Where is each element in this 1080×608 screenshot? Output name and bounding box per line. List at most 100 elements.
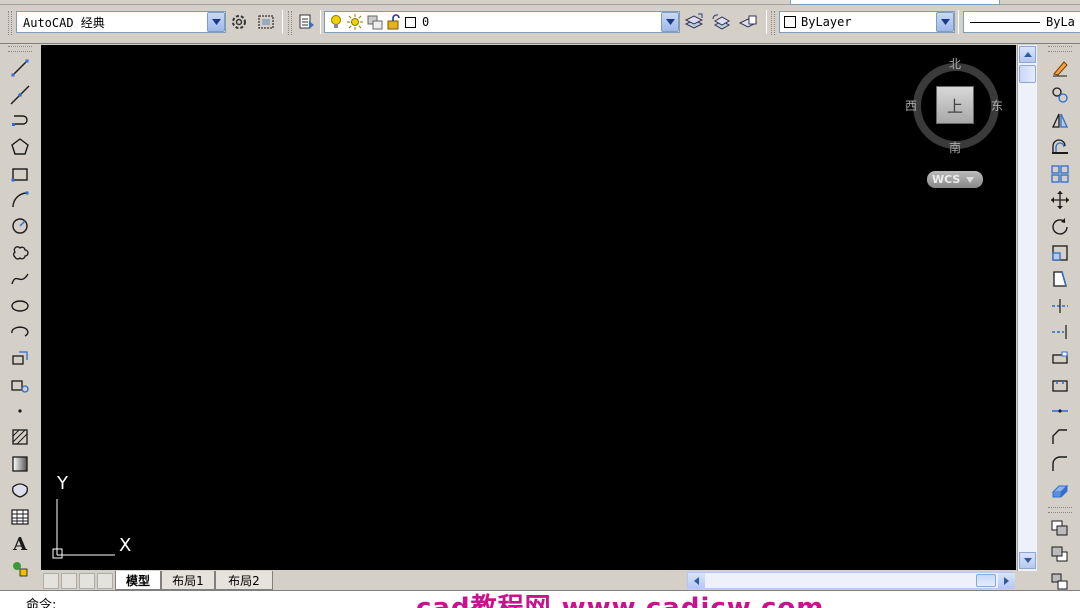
- gradient-button[interactable]: [9, 453, 31, 475]
- scroll-up-button[interactable]: [1019, 46, 1036, 63]
- toolbar-grip[interactable]: [8, 11, 12, 35]
- command-line[interactable]: 命令: cad教程网 www.cadjcw.com: [0, 590, 1080, 608]
- prev-tab-icon[interactable]: [61, 573, 77, 589]
- wcs-menu[interactable]: WCS: [927, 171, 983, 188]
- mirror-button[interactable]: [1049, 110, 1071, 132]
- scale-button[interactable]: [1049, 242, 1071, 264]
- arc-button[interactable]: [9, 189, 31, 211]
- extend-button[interactable]: [1049, 321, 1071, 343]
- workspace-combo[interactable]: AutoCAD 经典: [16, 11, 226, 33]
- fillet-button[interactable]: [1049, 453, 1071, 475]
- multiline-text-button[interactable]: A: [9, 532, 31, 554]
- region-icon: [12, 483, 28, 498]
- copy-button[interactable]: [1049, 84, 1071, 106]
- viewport-freeze-icon[interactable]: [367, 14, 383, 30]
- viewcube-north[interactable]: 北: [949, 55, 961, 72]
- region-button[interactable]: [9, 479, 31, 501]
- toolbar-separator: [320, 10, 321, 34]
- move-icon: [1051, 191, 1069, 210]
- lightbulb-icon[interactable]: [329, 14, 343, 30]
- send-back-icon: [1051, 546, 1068, 562]
- join-button[interactable]: [1049, 400, 1071, 422]
- toolbar-grip[interactable]: [771, 11, 775, 35]
- add-selected-button[interactable]: [9, 558, 31, 580]
- draw-order-tool-list: [1049, 516, 1071, 595]
- array-button[interactable]: [1049, 163, 1071, 185]
- construction-line-button[interactable]: [9, 84, 31, 106]
- viewcube-west[interactable]: 西: [905, 97, 917, 114]
- make-block-button[interactable]: [9, 374, 31, 396]
- linetype-value: ByLa: [1046, 15, 1075, 29]
- line-button[interactable]: [9, 57, 31, 79]
- next-tab-icon[interactable]: [79, 573, 95, 589]
- scroll-right-button[interactable]: [998, 573, 1015, 588]
- drawing-canvas[interactable]: 上 北 南 西 东 WCS Y X: [41, 45, 1016, 570]
- chevron-down-icon[interactable]: [936, 12, 954, 32]
- point-button[interactable]: [9, 400, 31, 422]
- scroll-left-button[interactable]: [688, 573, 705, 588]
- toolbar-grip[interactable]: [1048, 46, 1072, 52]
- toolbar-grip[interactable]: [288, 11, 292, 35]
- chamfer-button[interactable]: [1049, 426, 1071, 448]
- make-object-layer-current-button[interactable]: [683, 11, 705, 33]
- layer-previous-button[interactable]: [710, 11, 732, 33]
- rotate-button[interactable]: [1049, 215, 1071, 237]
- ellipse-arc-button[interactable]: [9, 321, 31, 343]
- construction-line-icon: [10, 85, 30, 105]
- bring-front-button[interactable]: [1049, 518, 1071, 540]
- chamfer-icon: [1052, 429, 1067, 445]
- clean-screen-button[interactable]: [255, 11, 277, 33]
- erase-button[interactable]: [1049, 57, 1071, 79]
- color-combo[interactable]: ByLayer: [779, 11, 955, 33]
- polyline-button[interactable]: [9, 110, 31, 132]
- explode-button[interactable]: [1049, 479, 1071, 501]
- viewcube[interactable]: 上 北 南 西 东: [905, 57, 1003, 155]
- chevron-down-icon[interactable]: [207, 12, 225, 32]
- offset-button[interactable]: [1049, 136, 1071, 158]
- offset-icon: [1052, 139, 1068, 155]
- linetype-combo[interactable]: ByLa: [963, 11, 1080, 33]
- move-button[interactable]: [1049, 189, 1071, 211]
- insert-block-button[interactable]: [9, 347, 31, 369]
- break-at-point-button[interactable]: [1049, 347, 1071, 369]
- ellipse-button[interactable]: [9, 295, 31, 317]
- circle-icon: [12, 218, 28, 235]
- toolbar-grip[interactable]: [8, 46, 32, 52]
- tab-layout2[interactable]: 布局2: [215, 571, 273, 590]
- layers-stack-icon: [684, 13, 704, 29]
- tab-layout1[interactable]: 布局1: [161, 571, 215, 590]
- send-back-button[interactable]: [1049, 544, 1071, 566]
- sun-icon[interactable]: [347, 14, 363, 30]
- revision-cloud-button[interactable]: [9, 242, 31, 264]
- scroll-thumb[interactable]: [976, 574, 996, 587]
- chevron-down-icon[interactable]: [661, 12, 679, 32]
- vertical-scrollbar[interactable]: [1017, 45, 1037, 571]
- polygon-button[interactable]: [9, 136, 31, 158]
- viewcube-east[interactable]: 东: [991, 97, 1003, 114]
- hatch-button[interactable]: [9, 426, 31, 448]
- tab-model[interactable]: 模型: [115, 571, 161, 590]
- circle-button[interactable]: [9, 215, 31, 237]
- first-tab-icon[interactable]: [43, 573, 59, 589]
- viewcube-face[interactable]: 上: [936, 86, 974, 124]
- break-button[interactable]: [1049, 374, 1071, 396]
- unlock-icon[interactable]: [387, 14, 401, 30]
- upper-combo-remnant: [790, 0, 1000, 5]
- scroll-thumb[interactable]: [1019, 65, 1036, 83]
- spline-button[interactable]: [9, 268, 31, 290]
- table-button[interactable]: [9, 506, 31, 528]
- toolbar-separator: [282, 10, 283, 34]
- workspace-settings-button[interactable]: [228, 11, 250, 33]
- layer-combo[interactable]: 0: [324, 11, 680, 33]
- toolbar-grip[interactable]: [1048, 507, 1072, 513]
- rectangle-button[interactable]: [9, 163, 31, 185]
- ucs-x-label: X: [119, 535, 132, 556]
- stretch-button[interactable]: [1049, 268, 1071, 290]
- last-tab-icon[interactable]: [97, 573, 113, 589]
- layer-manager-button[interactable]: [296, 11, 318, 33]
- horizontal-scrollbar[interactable]: [687, 572, 1015, 589]
- layer-states-button[interactable]: [737, 11, 759, 33]
- viewcube-south[interactable]: 南: [949, 139, 961, 156]
- scroll-down-button[interactable]: [1019, 552, 1036, 569]
- trim-button[interactable]: [1049, 295, 1071, 317]
